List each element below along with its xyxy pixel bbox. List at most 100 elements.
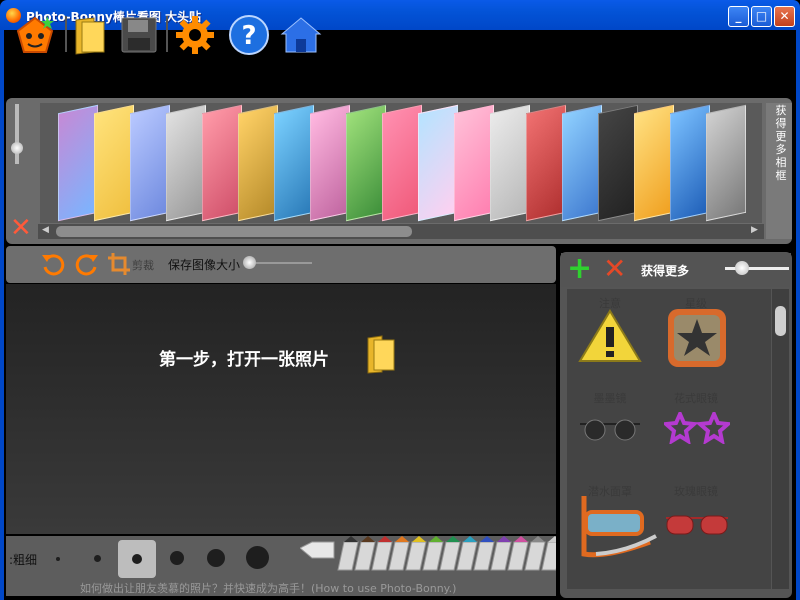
app-logo-icon[interactable]: [14, 14, 56, 56]
thumbnail-size-slider-thumb[interactable]: [11, 142, 23, 154]
help-hint-link[interactable]: 如何做出让朋友羡慕的照片？并快速成为高手！(How to use Photo-B…: [80, 580, 456, 596]
help-question-icon[interactable]: ?: [228, 14, 270, 56]
window-frame-right: [796, 30, 800, 600]
more-frames-label[interactable]: 获得更多相框: [773, 104, 789, 182]
color-pencil[interactable]: [439, 541, 461, 571]
color-pencil[interactable]: [422, 541, 444, 571]
window-frame-left: [0, 30, 4, 600]
open-photo-instruction: 第一步，打开一张照片: [159, 350, 329, 370]
frame-thumbnail[interactable]: [166, 104, 206, 222]
frame-thumbnail[interactable]: [94, 104, 134, 222]
rose-glasses-icon[interactable]: [664, 512, 730, 538]
color-pencil-tip[interactable]: [412, 536, 426, 542]
frame-thumbnail[interactable]: [526, 104, 566, 222]
frame-thumbnail[interactable]: [274, 104, 314, 222]
color-pencil[interactable]: [388, 541, 410, 571]
color-pencil-tip[interactable]: [514, 536, 528, 542]
frame-thumbnail[interactable]: [454, 104, 494, 222]
rotate-right-icon[interactable]: [74, 251, 100, 277]
save-size-label: 保存图像大小: [168, 258, 241, 272]
crop-icon[interactable]: [106, 251, 132, 277]
save-disk-icon[interactable]: [118, 14, 160, 56]
color-pencil-tip[interactable]: [361, 536, 375, 542]
maximize-button[interactable]: □: [751, 6, 772, 27]
home-icon[interactable]: [280, 14, 322, 56]
frame-thumbnail[interactable]: [310, 104, 350, 222]
svg-text:?: ?: [241, 21, 256, 51]
save-size-slider-track[interactable]: [248, 262, 312, 264]
color-pencil[interactable]: [490, 541, 512, 571]
color-pencil-tip[interactable]: [480, 536, 494, 542]
sticker-label: 花式眼镜: [674, 392, 718, 405]
sticker-label: 墨墨镜: [593, 392, 627, 405]
frame-thumbnail[interactable]: [346, 104, 386, 222]
settings-gear-icon[interactable]: [174, 14, 216, 56]
color-pencil-tip[interactable]: [463, 536, 477, 542]
frame-thumbnail[interactable]: [598, 104, 638, 222]
frame-thumbnail[interactable]: [202, 104, 242, 222]
color-pencil-tip[interactable]: [395, 536, 409, 542]
photo-canvas[interactable]: [6, 284, 556, 534]
minimize-button[interactable]: _: [728, 6, 749, 27]
rotate-left-icon[interactable]: [40, 251, 66, 277]
frame-thumbnail[interactable]: [670, 104, 710, 222]
toolbar-separator: [65, 16, 67, 52]
frames-scrollbar-thumb[interactable]: [56, 226, 412, 237]
frame-thumbnail[interactable]: [238, 104, 278, 222]
frame-thumbnail[interactable]: [706, 104, 746, 222]
frame-thumbnail[interactable]: [562, 104, 602, 222]
color-pencil[interactable]: [456, 541, 478, 571]
color-pencil[interactable]: [371, 541, 393, 571]
toolbar-separator: [166, 16, 168, 52]
close-button[interactable]: ✕: [774, 6, 795, 27]
brush-size-4[interactable]: [170, 551, 184, 565]
color-pencil[interactable]: [507, 541, 529, 571]
diving-mask-icon[interactable]: [576, 494, 660, 560]
star-badge-icon[interactable]: [666, 307, 728, 369]
color-pencil-tip[interactable]: [378, 536, 392, 542]
brush-size-1[interactable]: [56, 557, 60, 561]
scroll-left-arrow-icon[interactable]: ◀: [42, 225, 49, 235]
open-folder-icon[interactable]: [70, 14, 112, 56]
warning-triangle-icon[interactable]: [578, 307, 642, 365]
eraser-pencil[interactable]: [300, 541, 335, 559]
frame-thumbnail[interactable]: [382, 104, 422, 222]
brush-size-2[interactable]: [94, 555, 101, 562]
scroll-right-arrow-icon[interactable]: ▶: [751, 225, 758, 235]
frame-thumbnail[interactable]: [490, 104, 530, 222]
color-pencils[interactable]: [300, 536, 556, 574]
get-more-stickers-label[interactable]: 获得更多: [641, 262, 689, 279]
sunglasses-icon[interactable]: [578, 418, 642, 442]
brush-size-6[interactable]: [246, 546, 269, 569]
color-pencil-tip[interactable]: [344, 536, 358, 542]
brush-size-5[interactable]: [207, 549, 225, 567]
color-pencil[interactable]: [524, 541, 546, 571]
color-pencil-tip[interactable]: [446, 536, 460, 542]
delete-sticker-icon[interactable]: ✕: [603, 254, 626, 284]
save-size-slider-thumb[interactable]: [243, 256, 256, 269]
color-pencil[interactable]: [473, 541, 495, 571]
thumbnail-size-slider-track[interactable]: [15, 104, 19, 164]
flower-glasses-icon[interactable]: [664, 412, 730, 444]
frame-thumbnail[interactable]: [634, 104, 674, 222]
sticker-zoom-slider-thumb[interactable]: [735, 261, 749, 275]
color-pencil[interactable]: [337, 541, 359, 571]
color-pencil-tip[interactable]: [429, 536, 443, 542]
frames-carousel[interactable]: [40, 103, 762, 223]
brush-size-3[interactable]: [132, 554, 142, 564]
open-folder-icon[interactable]: [366, 334, 396, 374]
crop-label[interactable]: 剪裁: [132, 257, 154, 273]
color-pencil[interactable]: [405, 541, 427, 571]
add-sticker-icon[interactable]: +: [567, 253, 592, 285]
color-pencil-tip[interactable]: [548, 536, 556, 542]
frame-thumbnail[interactable]: [58, 104, 98, 222]
frame-thumbnail[interactable]: [130, 104, 170, 222]
sticker-label: 玫瑰眼镜: [674, 485, 718, 498]
sticker-scrollbar-thumb[interactable]: [775, 306, 786, 336]
remove-frame-icon[interactable]: ✕: [10, 215, 32, 241]
color-pencil-tip[interactable]: [531, 536, 545, 542]
brush-thickness-label: :粗细: [9, 553, 38, 567]
color-pencil[interactable]: [354, 541, 376, 571]
color-pencil-tip[interactable]: [497, 536, 511, 542]
frame-thumbnail[interactable]: [418, 104, 458, 222]
